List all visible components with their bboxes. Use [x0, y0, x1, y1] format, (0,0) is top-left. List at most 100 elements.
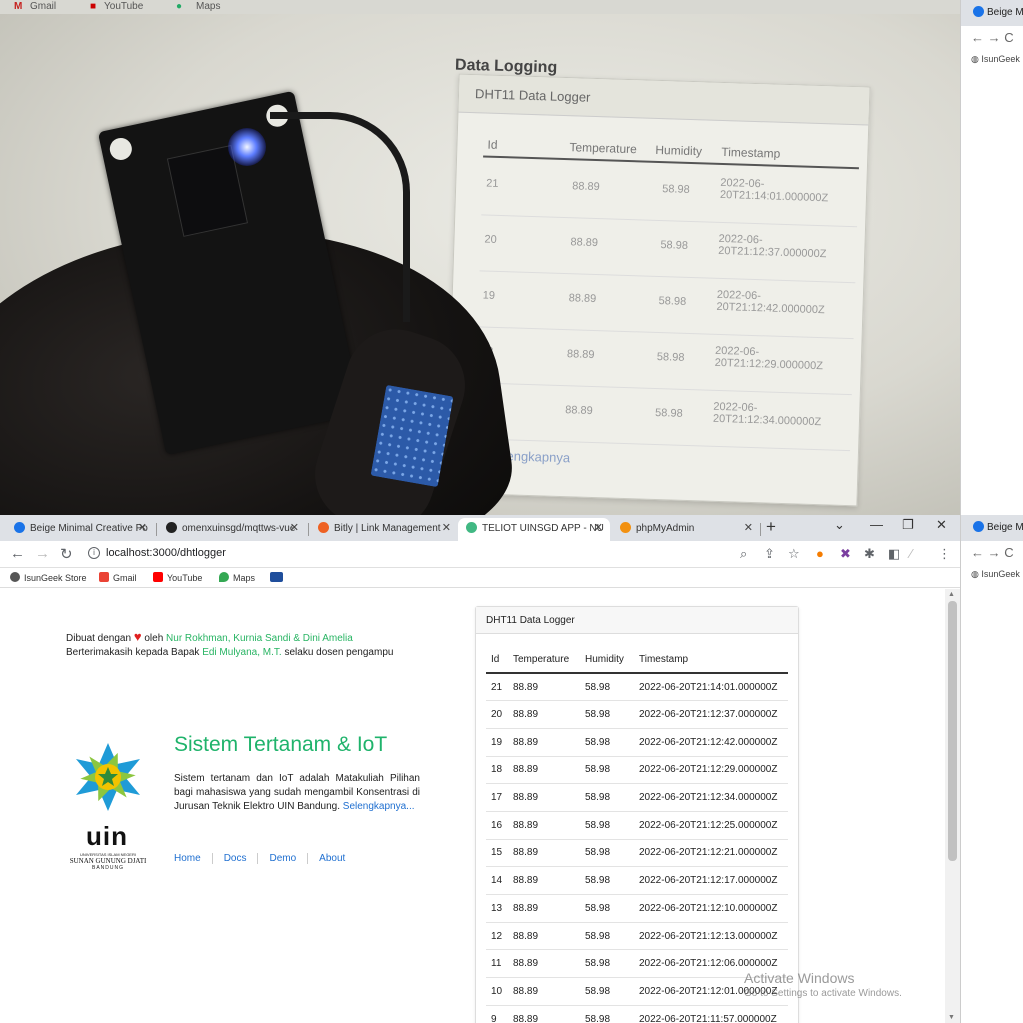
background-tab[interactable]: Beige M: [961, 515, 1023, 541]
photo-cell: 20: [484, 233, 497, 246]
cell-temperature: 88.89: [508, 811, 580, 840]
url-input[interactable]: localhost:3000/dhtlogger: [106, 547, 226, 559]
cell-id: 18: [486, 756, 508, 785]
table-row: 12 88.89 58.98 2022-06-20T21:12:13.000000Z: [486, 922, 788, 951]
reload-button[interactable]: ↻: [60, 545, 73, 563]
cell-timestamp: 2022-06-20T21:12:42.000000Z: [634, 728, 788, 757]
tab-bitly[interactable]: Bitly | Link Management ✕: [310, 518, 458, 541]
bookmark-youtube[interactable]: YouTube: [153, 572, 202, 583]
close-icon[interactable]: ✕: [442, 518, 451, 539]
credits-text: Dibuat dengan: [66, 633, 132, 644]
menu-demo[interactable]: Demo: [257, 853, 308, 864]
jumper-wires: [270, 112, 410, 322]
menu-kebab-icon[interactable]: ⋮: [938, 546, 951, 562]
extension-x-icon[interactable]: ✖: [840, 546, 851, 562]
cell-humidity: 58.98: [580, 866, 634, 895]
background-bookmark[interactable]: ◍ IsunGeek: [961, 567, 1023, 585]
tab-phpmyadmin[interactable]: phpMyAdmin ✕: [612, 518, 760, 541]
watermark-subtitle: Go to Settings to activate Windows.: [744, 988, 902, 999]
table-row: 15 88.89 58.98 2022-06-20T21:12:21.000000Z: [486, 839, 788, 868]
new-tab-button[interactable]: +: [766, 517, 776, 537]
zoom-icon[interactable]: ⌕: [740, 546, 747, 562]
photo-logger-card: DHT11 Data Logger Id Temperature Humidit…: [445, 73, 871, 507]
close-icon[interactable]: ✕: [290, 518, 299, 539]
scroll-down-icon[interactable]: ▼: [948, 1014, 955, 1021]
cell-timestamp: 2022-06-20T21:12:17.000000Z: [634, 866, 788, 895]
background-tab-label: Beige M: [987, 7, 1023, 18]
device-photo: M Gmail ■ YouTube ● Maps Data Logging DH…: [0, 0, 960, 515]
bookmark-extra[interactable]: [270, 572, 287, 583]
heart-icon: ♥: [133, 629, 142, 644]
back-button[interactable]: ←: [10, 545, 25, 562]
more-link[interactable]: Selengkapnya...: [343, 801, 415, 812]
photo-cell: 58.98: [658, 295, 687, 308]
cell-temperature: 88.89: [508, 866, 580, 895]
photo-youtube-icon: ■: [90, 1, 97, 12]
close-icon[interactable]: ✕: [138, 518, 147, 539]
pen-icon[interactable]: ⁄: [910, 546, 912, 561]
bookmark-label: Gmail: [113, 573, 137, 583]
table-row: 10 88.89 58.98 2022-06-20T21:12:01.000000Z: [486, 977, 788, 1006]
tab-teliot[interactable]: TELIOT UINSGD APP - NU ✕: [458, 518, 610, 541]
close-icon[interactable]: ✕: [594, 518, 603, 539]
cell-id: 20: [486, 700, 508, 729]
minimize-button[interactable]: —: [870, 517, 883, 532]
tab-search-icon[interactable]: ⌄: [834, 517, 845, 533]
close-window-button[interactable]: ✕: [936, 517, 947, 533]
menu-docs[interactable]: Docs: [211, 853, 258, 864]
cell-timestamp: 2022-06-20T21:14:01.000000Z: [634, 673, 788, 702]
scroll-up-icon[interactable]: ▲: [948, 591, 955, 598]
watermark-title: Activate Windows: [744, 970, 855, 986]
photo-bookmark-bar: M Gmail ■ YouTube ● Maps: [0, 0, 960, 14]
cell-temperature: 88.89: [508, 1005, 580, 1023]
table-row: 16 88.89 58.98 2022-06-20T21:12:25.000000Z: [486, 811, 788, 840]
tab-github[interactable]: omenxuinsgd/mqttws-vue ✕: [158, 518, 306, 541]
site-info-icon[interactable]: i: [88, 547, 100, 559]
page-scrollbar[interactable]: ▲ ▼: [945, 589, 960, 1023]
restore-button[interactable]: ❐: [902, 517, 914, 533]
globe-icon: ◍: [971, 569, 982, 579]
col-header-timestamp: Timestamp: [634, 647, 788, 674]
globe-icon: [10, 572, 20, 582]
extension-orange-icon[interactable]: ●: [816, 546, 824, 561]
tab-label: Beige Minimal Creative Po: [30, 523, 148, 534]
extensions-puzzle-icon[interactable]: ✱: [864, 546, 875, 562]
tab-label: TELIOT UINSGD APP - NU: [482, 523, 604, 534]
background-bookmark[interactable]: ◍ IsunGeek: [961, 52, 1023, 70]
close-icon[interactable]: ✕: [744, 518, 753, 539]
photo-gmail-icon: M: [14, 1, 23, 12]
cell-timestamp: 2022-06-20T21:12:34.000000Z: [634, 783, 788, 812]
authors-link[interactable]: Nur Rokhman, Kurnia Sandi & Dini Amelia: [166, 633, 353, 644]
table-row: 13 88.89 58.98 2022-06-20T21:12:10.000000Z: [486, 894, 788, 923]
photo-bookmark: Maps: [196, 1, 221, 12]
bookmarks-bar: IsunGeek Store Gmail YouTube Maps: [0, 568, 960, 588]
background-tab-label: Beige M: [987, 522, 1023, 533]
photo-bookmark: Gmail: [30, 1, 57, 12]
tab-canva[interactable]: Beige Minimal Creative Po ✕: [6, 518, 154, 541]
lecturer-link[interactable]: Edi Mulyana, M.T.: [202, 647, 281, 658]
tab-strip: Beige Minimal Creative Po ✕ omenxuinsgd/m…: [0, 515, 960, 541]
maps-icon: [219, 572, 229, 582]
photo-cell: 58.98: [654, 406, 683, 420]
bookmark-isungeek[interactable]: IsunGeek Store: [10, 572, 87, 583]
background-tab[interactable]: Beige M: [961, 0, 1023, 26]
bookmark-label: YouTube: [167, 573, 203, 583]
scrollbar-thumb[interactable]: [948, 601, 957, 861]
browser-window: Beige Minimal Creative Po ✕ omenxuinsgd/m…: [0, 515, 960, 1023]
menu-about[interactable]: About: [307, 853, 357, 864]
course-description: Sistem tertanam dan IoT adalah Matakulia…: [174, 772, 420, 814]
tab-label: Bitly | Link Management: [334, 523, 441, 534]
forward-button[interactable]: →: [35, 545, 50, 562]
menu-home[interactable]: Home: [174, 853, 212, 864]
vue-icon: [466, 522, 477, 533]
bookmark-maps[interactable]: Maps: [219, 572, 255, 583]
cell-timestamp: 2022-06-20T21:12:29.000000Z: [634, 756, 788, 785]
side-panel-icon[interactable]: ◧: [888, 546, 900, 562]
bitly-icon: [318, 522, 329, 533]
share-icon[interactable]: ⇪: [764, 546, 775, 562]
cell-temperature: 88.89: [508, 949, 580, 979]
bookmark-gmail[interactable]: Gmail: [99, 572, 137, 583]
board-mount-hole: [107, 135, 134, 163]
bookmark-star-icon[interactable]: ☆: [788, 546, 800, 562]
phpmyadmin-icon: [620, 522, 631, 533]
